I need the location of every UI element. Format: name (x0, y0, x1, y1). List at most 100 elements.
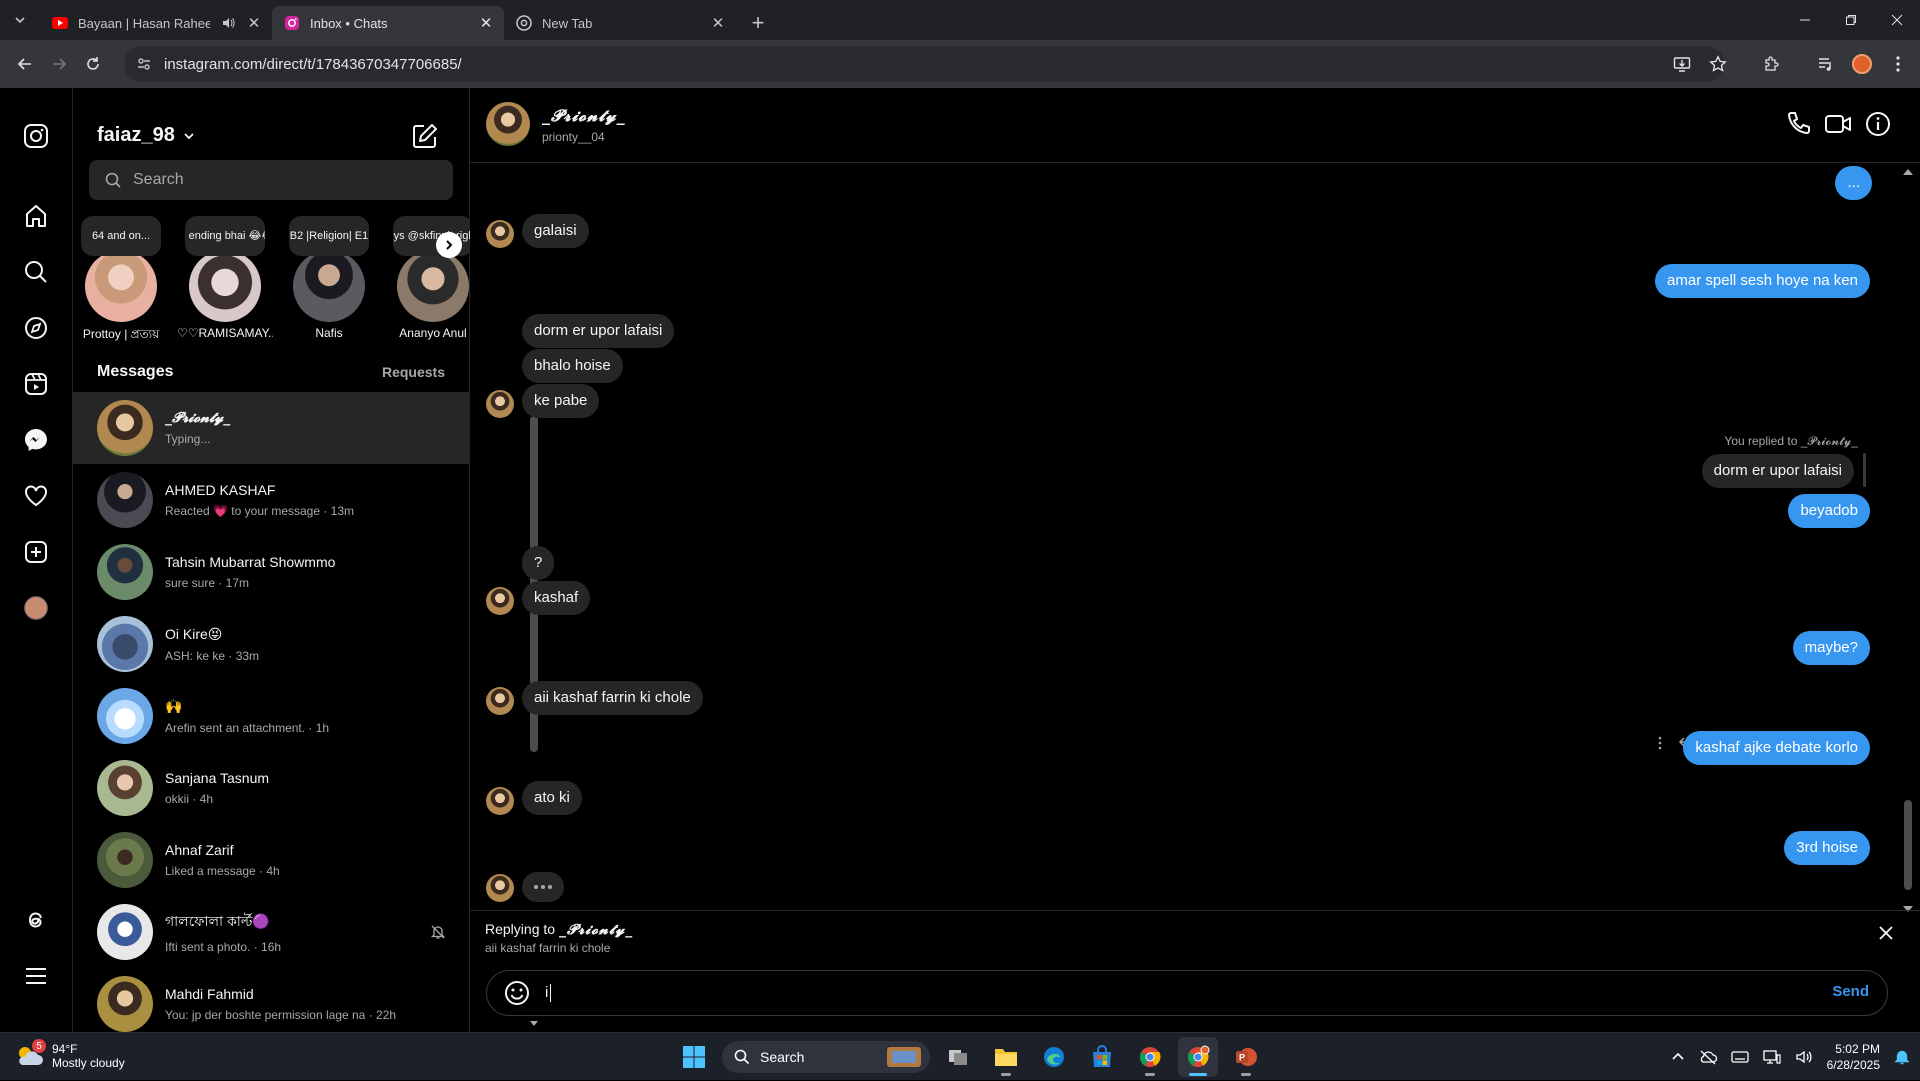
extensions-button[interactable] (1756, 47, 1788, 81)
message-bubble-outgoing[interactable]: amar spell sesh hoye na ken (1655, 264, 1870, 298)
avatar[interactable] (486, 220, 514, 248)
reels-icon[interactable] (20, 368, 52, 400)
tab-instagram-inbox[interactable]: Inbox • Chats ✕ (272, 6, 504, 40)
conversation-item[interactable]: Sanjana Tasnum okkii · 4h (73, 752, 470, 824)
address-bar[interactable]: instagram.com/direct/t/17843670347706685… (124, 46, 1724, 82)
avatar[interactable] (486, 687, 514, 715)
message-bubble-outgoing[interactable]: maybe? (1792, 631, 1870, 665)
chat-contact-name[interactable]: _𝓟𝓻𝓲𝓸𝓷𝓽𝔂_ (542, 106, 626, 126)
message-bubble-outgoing[interactable]: kashaf ajke debate korlo (1683, 731, 1870, 765)
chrome-menu-button[interactable] (1882, 47, 1914, 81)
message-bubble-incoming[interactable]: bhalo hoise (522, 349, 623, 383)
minimize-icon[interactable] (1782, 0, 1828, 40)
cloud-offline-icon[interactable] (1699, 1049, 1717, 1065)
task-view-icon[interactable] (938, 1037, 978, 1077)
network-icon[interactable] (1762, 1049, 1781, 1065)
system-clock[interactable]: 5:02 PM 6/28/2025 (1827, 1041, 1880, 1073)
avatar[interactable] (486, 787, 514, 815)
tab-search-button[interactable] (0, 0, 40, 40)
message-bubble-outgoing[interactable]: ... (1835, 166, 1872, 200)
site-info-icon[interactable] (136, 56, 152, 72)
message-input-value[interactable]: i (545, 984, 552, 1003)
conversation-item[interactable]: AHMED KASHAF Reacted 💗 to your message · … (73, 464, 470, 536)
conversation-item[interactable]: 🙌 Arefin sent an attachment. · 1h (73, 680, 470, 752)
message-bubble-incoming[interactable]: ke pabe (522, 384, 600, 418)
home-icon[interactable] (20, 200, 52, 232)
close-window-icon[interactable] (1874, 0, 1920, 40)
windows-start-icon[interactable] (674, 1037, 714, 1077)
new-message-icon[interactable] (411, 122, 439, 150)
tab-bayaan[interactable]: Bayaan | Hasan Raheem | Ro ✕ (40, 6, 272, 40)
message-bubble-incoming[interactable]: kashaf (522, 581, 591, 615)
heart-icon[interactable] (20, 480, 52, 512)
create-icon[interactable] (20, 536, 52, 568)
microsoft-store-icon[interactable] (1082, 1037, 1122, 1077)
scrollbar-thumb[interactable] (1904, 800, 1912, 890)
chrome-icon[interactable] (1130, 1037, 1170, 1077)
conversation-item[interactable]: Oi Kire😝 ASH: ke ke · 33m (73, 608, 470, 680)
search-icon[interactable] (20, 256, 52, 288)
messenger-icon[interactable] (20, 424, 52, 456)
tab-new-tab[interactable]: New Tab ✕ (504, 6, 736, 40)
tab-close-button[interactable]: ✕ (710, 14, 726, 32)
weather-widget[interactable]: 5 94°F Mostly cloudy (14, 1039, 125, 1071)
message-input[interactable]: i Send (486, 970, 1888, 1016)
new-tab-button[interactable]: + (742, 7, 774, 39)
more-options-icon[interactable] (1652, 735, 1668, 751)
conversation-item[interactable]: Ahnaf Zarif Liked a message · 4h (73, 824, 470, 896)
replied-quote-bubble[interactable]: dorm er upor lafaisi (1701, 454, 1854, 488)
emoji-icon[interactable] (503, 979, 531, 1007)
message-bubble-incoming[interactable]: aii kashaf farrin ki chole (522, 681, 703, 715)
instagram-logo-icon[interactable] (20, 120, 52, 152)
send-button[interactable]: Send (1832, 983, 1869, 1000)
message-bubble-incoming[interactable]: galaisi (522, 214, 589, 248)
requests-link[interactable]: Requests (382, 364, 445, 380)
account-switcher[interactable]: faiaz_98 (97, 124, 195, 147)
info-icon[interactable] (1864, 110, 1892, 138)
bookmark-button[interactable] (1702, 47, 1734, 81)
chevron-up-icon[interactable] (1671, 1050, 1685, 1064)
notes-next-button[interactable] (436, 232, 462, 258)
avatar[interactable] (486, 874, 514, 902)
close-icon[interactable] (1878, 925, 1894, 941)
phone-icon[interactable] (1784, 110, 1812, 138)
conversation-item[interactable]: গালফোলা কার্ল্ট🟣 Ifti sent a photo. · 16h (73, 896, 470, 968)
message-bubble-incoming[interactable]: dorm er upor lafaisi (522, 314, 675, 348)
message-bubble-incoming[interactable]: ? (522, 546, 555, 580)
file-explorer-icon[interactable] (986, 1037, 1026, 1077)
threads-icon[interactable] (20, 904, 52, 936)
install-app-button[interactable] (1666, 47, 1698, 81)
message-bubble-incoming[interactable]: ato ki (522, 781, 582, 815)
keyboard-layout-icon[interactable] (1730, 1049, 1749, 1065)
avatar[interactable] (486, 102, 530, 146)
url-text[interactable]: instagram.com/direct/t/17843670347706685… (164, 56, 462, 73)
explore-icon[interactable] (20, 312, 52, 344)
profile-button[interactable] (1846, 47, 1878, 81)
chat-scrollbar[interactable] (1902, 168, 1914, 913)
message-bubble-outgoing[interactable]: beyadob (1788, 494, 1870, 528)
taskbar-search[interactable]: Search (722, 1041, 930, 1073)
search-input[interactable]: Search (89, 160, 453, 200)
forward-button[interactable] (42, 47, 76, 81)
notification-bell-icon[interactable] (1894, 1049, 1910, 1065)
menu-icon[interactable] (20, 960, 52, 992)
media-controls-button[interactable] (1810, 47, 1842, 81)
conversation-item[interactable]: _𝓟𝓻𝓲𝓸𝓷𝓽𝔂_ Typing... (73, 392, 470, 464)
avatar[interactable] (486, 587, 514, 615)
speaker-icon[interactable] (220, 16, 236, 30)
tab-close-button[interactable]: ✕ (478, 14, 494, 32)
back-button[interactable] (8, 47, 42, 81)
conversation-item[interactable]: Tahsin Mubarrat Showmmo sure sure · 17m (73, 536, 470, 608)
reload-button[interactable] (76, 47, 110, 81)
chrome-profile-icon[interactable] (1178, 1037, 1218, 1077)
message-bubble-outgoing[interactable]: 3rd hoise (1784, 831, 1870, 865)
powerpoint-icon[interactable]: P (1226, 1037, 1266, 1077)
video-call-icon[interactable] (1824, 110, 1852, 138)
conversation-item[interactable]: Mahdi Fahmid You: jp der boshte permissio… (73, 968, 470, 1032)
restore-icon[interactable] (1828, 0, 1874, 40)
tab-close-button[interactable]: ✕ (246, 14, 262, 32)
volume-icon[interactable] (1795, 1049, 1813, 1065)
profile-avatar[interactable] (20, 592, 52, 624)
avatar[interactable] (486, 390, 514, 418)
edge-icon[interactable] (1034, 1037, 1074, 1077)
